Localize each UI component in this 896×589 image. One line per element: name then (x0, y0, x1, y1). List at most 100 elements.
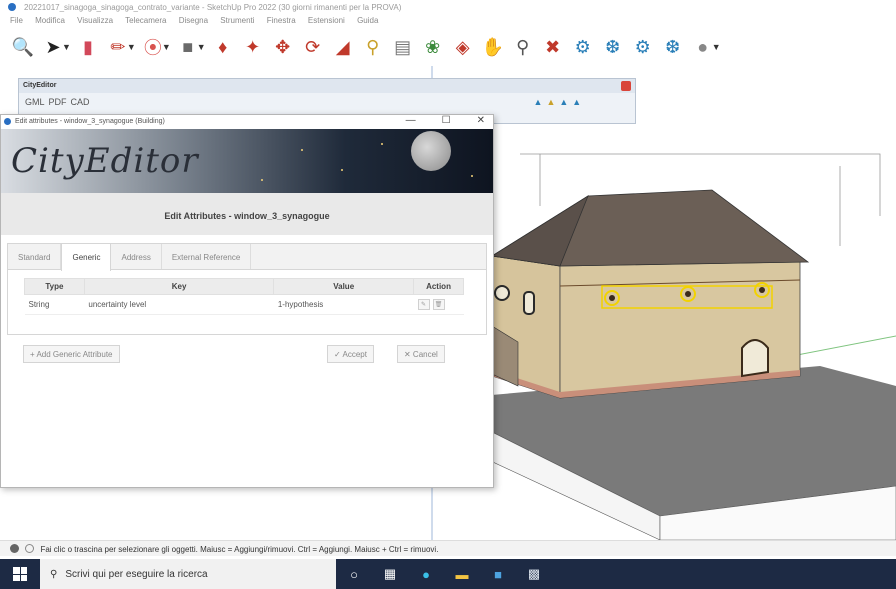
menu-window[interactable]: Finestra (267, 16, 296, 25)
cityeditor-building-icon[interactable]: ▲ (559, 97, 568, 107)
zoom-icon[interactable]: ⚲ (508, 33, 538, 61)
sketchup-taskbar-icon[interactable]: ■ (480, 559, 516, 589)
taskbar-search-box[interactable]: ⚲ Scrivi qui per eseguire la ricerca (40, 559, 336, 589)
cityeditor-app-icon (4, 118, 11, 125)
star-graphic (471, 175, 473, 177)
rotate-icon[interactable]: ⟳ (298, 33, 328, 61)
chevron-down-icon[interactable]: ▼ (197, 42, 206, 52)
close-icon[interactable] (621, 81, 631, 91)
cityeditor-tool-icon[interactable]: ▲ (546, 97, 555, 107)
column-header-type: Type (24, 278, 85, 295)
tab-generic[interactable]: Generic (61, 243, 112, 271)
search-placeholder: Scrivi qui per eseguire la ricerca (65, 568, 208, 580)
geolocation-icon[interactable] (10, 544, 19, 553)
menu-draw[interactable]: Disegna (179, 16, 208, 25)
cell-type: String (24, 294, 85, 315)
warehouse-icon[interactable]: ⚙ (568, 33, 598, 61)
info-icon[interactable] (25, 544, 35, 553)
search-icon: ⚲ (50, 568, 58, 580)
dialog-title: Edit attributes - window_3_synagogue (Bu… (15, 118, 165, 125)
app-titlebar: 20221017_sinagoga_sinagoga_contrato_vari… (0, 0, 896, 14)
task-view-icon[interactable]: ▦ (372, 559, 408, 589)
chevron-down-icon[interactable]: ▼ (712, 42, 721, 52)
zoom-extents-icon[interactable]: ✖ (538, 33, 568, 61)
dialog-titlebar: Edit attributes - window_3_synagogue (Bu… (1, 115, 493, 129)
windows-logo-icon (13, 567, 27, 581)
main-toolbar: 🔍 ➤ ▼ ▮ ✏ ▼ ⦿ ▼ ■ ▼ ♦ ✦ ✥ ⟳ ◢ ⚲ ▤ ❀ ◈ ✋ ⚲ ✖ … (0, 30, 896, 64)
star-graphic (301, 149, 303, 151)
cityeditor-banner: CityEditor (1, 129, 493, 193)
menu-tools[interactable]: Strumenti (220, 16, 254, 25)
star-graphic (261, 179, 263, 181)
menu-bar: File Modifica Visualizza Telecamera Dise… (0, 14, 896, 28)
column-header-value: Value (273, 278, 415, 295)
menu-file[interactable]: File (10, 16, 23, 25)
edge-browser-icon[interactable]: ● (408, 559, 444, 589)
move-icon[interactable]: ✥ (268, 33, 298, 61)
tab-external-reference[interactable]: External Reference (162, 244, 252, 269)
accept-button[interactable]: ✓ Accept (327, 345, 374, 363)
sketchup-app-icon (8, 3, 16, 11)
attribute-tabs: Standard Generic Address External Refere… (8, 243, 486, 271)
file-explorer-icon[interactable]: ▬ (444, 559, 480, 589)
windows-taskbar: ⚲ Scrivi qui per eseguire la ricerca ○ ▦… (0, 559, 896, 589)
search-icon[interactable]: 🔍 (8, 33, 38, 61)
push-pull-icon[interactable]: ♦ (208, 33, 238, 61)
cityeditor-roof-icon[interactable]: ▲ (572, 97, 581, 107)
column-header-action: Action (413, 278, 464, 295)
ruby-icon[interactable]: ⚙ (628, 33, 658, 61)
menu-extensions[interactable]: Estensioni (308, 16, 345, 25)
chevron-down-icon[interactable]: ▼ (162, 42, 171, 52)
dialog-heading: Edit Attributes - window_3_synagogue (1, 193, 493, 235)
cell-key: uncertainty level (84, 294, 274, 315)
maximize-icon[interactable]: ☐ (442, 115, 451, 126)
cortana-icon[interactable]: ○ (336, 559, 372, 589)
edit-attributes-dialog: Edit attributes - window_3_synagogue (Bu… (0, 114, 494, 488)
status-bar: Fai clic o trascina per selezionare gli … (0, 540, 896, 556)
status-hint: Fai clic o trascina per selezionare gli … (40, 545, 439, 554)
cad-export-button[interactable]: CAD (71, 97, 90, 107)
close-icon[interactable]: ✕ (477, 115, 485, 126)
menu-help[interactable]: Guida (357, 16, 378, 25)
add-generic-attribute-button[interactable]: + Add Generic Attribute (23, 345, 120, 363)
app-title: 20221017_sinagoga_sinagoga_contrato_vari… (24, 3, 402, 12)
attributes-panel: Standard Generic Address External Refere… (7, 243, 487, 335)
minimize-icon[interactable]: — (406, 115, 416, 126)
column-header-key: Key (83, 278, 275, 295)
cell-actions: ✎ 🗑 (413, 294, 464, 315)
text-icon[interactable]: ▤ (388, 33, 418, 61)
paint-bucket-icon[interactable]: ✦ (238, 33, 268, 61)
store-icon[interactable]: ▩ (516, 559, 552, 589)
section-icon[interactable]: ❆ (658, 33, 688, 61)
paint-icon[interactable]: ❀ (418, 33, 448, 61)
pdf-export-button[interactable]: PDF (49, 97, 67, 107)
generic-attributes-table: Type Key Value Action String uncertainty… (24, 278, 464, 315)
scale-icon[interactable]: ◢ (328, 33, 358, 61)
star-graphic (381, 143, 383, 145)
gml-export-button[interactable]: GML (25, 97, 45, 107)
cityeditor-logo: CityEditor (11, 141, 199, 181)
cancel-button[interactable]: ✕ Cancel (397, 345, 445, 363)
eraser-icon[interactable]: ▮ (73, 33, 103, 61)
delete-icon[interactable]: 🗑 (432, 299, 445, 310)
cityeditor-toolbar-title: CityEditor (19, 79, 635, 93)
dialog-actions: + Add Generic Attribute ✓ Accept ✕ Cance… (1, 341, 493, 371)
table-row[interactable]: String uncertainty level 1-hypothesis ✎ 🗑 (24, 294, 464, 315)
star-graphic (341, 169, 343, 171)
cell-value: 1-hypothesis (273, 294, 414, 315)
chevron-down-icon[interactable]: ▼ (62, 42, 71, 52)
extensions-icon[interactable]: ❆ (598, 33, 628, 61)
edit-icon[interactable]: ✎ (417, 299, 430, 310)
pan-icon[interactable]: ✋ (478, 33, 508, 61)
tab-standard[interactable]: Standard (8, 244, 62, 269)
tape-measure-icon[interactable]: ⚲ (358, 33, 388, 61)
tab-address[interactable]: Address (111, 244, 162, 269)
orbit-icon[interactable]: ◈ (448, 33, 478, 61)
menu-edit[interactable]: Modifica (35, 16, 65, 25)
menu-camera[interactable]: Telecamera (125, 16, 166, 25)
menu-view[interactable]: Visualizza (77, 16, 113, 25)
moon-graphic (411, 131, 451, 171)
chevron-down-icon[interactable]: ▼ (127, 42, 136, 52)
cityeditor-layer-icon[interactable]: ▲ (534, 97, 543, 107)
windows-start-button[interactable] (0, 559, 40, 589)
